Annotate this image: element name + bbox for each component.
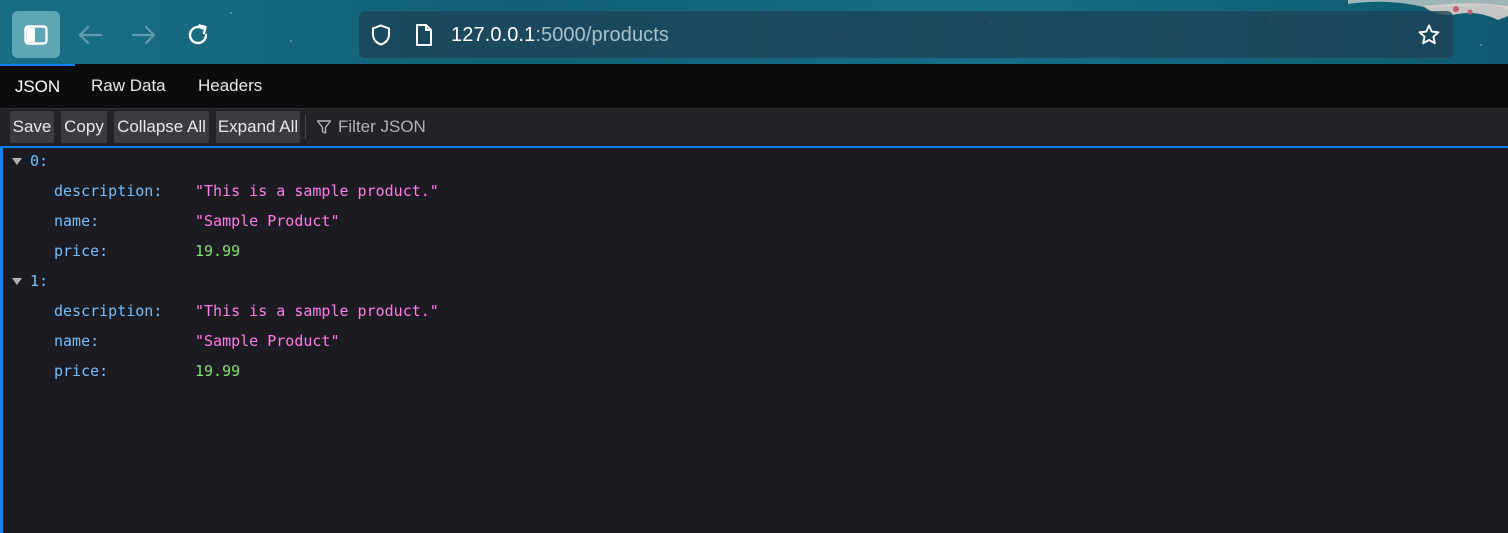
sidebar-toggle-button[interactable] [12,11,60,58]
star-icon[interactable] [1417,23,1441,47]
tab-headers[interactable]: Headers [198,64,262,108]
json-key: description: [54,302,163,320]
arrow-left-icon [78,25,103,45]
json-value: 19.99 [195,242,241,260]
back-button[interactable] [66,11,114,59]
tab-raw-data[interactable]: Raw Data [91,64,166,108]
filter-placeholder: Filter JSON [338,117,426,136]
reload-button[interactable] [174,11,222,59]
forward-button[interactable] [120,11,168,59]
json-key: description: [54,182,163,200]
theme-speck [290,40,292,42]
viewer-tabs: JSON Raw Data Headers [0,64,1508,109]
collapse-all-button[interactable]: Collapse All [114,111,209,143]
filter-icon [316,120,332,134]
sidebar-icon [24,24,48,45]
shield-icon[interactable] [369,23,393,47]
arrow-right-icon [131,25,156,45]
json-value: "Sample Product" [195,332,340,350]
json-tree: 0: description: "This is a sample produc… [0,146,1508,533]
toolbar-divider [305,115,306,139]
theme-speck [1480,44,1482,46]
json-index[interactable]: 0: [30,150,48,172]
json-key: name: [54,212,100,230]
json-key: price: [54,242,109,260]
json-value: "Sample Product" [195,212,340,230]
json-value: 19.99 [195,362,241,380]
expand-toggle-icon[interactable] [12,278,22,285]
json-key: price: [54,362,109,380]
json-key: name: [54,332,100,350]
url-text[interactable]: 127.0.0.1:5000/products [451,23,669,47]
filter-json-input[interactable]: Filter JSON [316,111,426,143]
url-host: 127.0.0.1 [451,24,536,46]
expand-toggle-icon[interactable] [12,158,22,165]
theme-speck [230,12,232,14]
expand-all-button[interactable]: Expand All [216,111,300,143]
copy-button[interactable]: Copy [61,111,107,143]
json-value: "This is a sample product." [195,182,439,200]
address-bar[interactable]: 127.0.0.1:5000/products [359,11,1453,58]
page-icon[interactable] [412,23,436,47]
save-button[interactable]: Save [10,111,54,143]
reload-icon [188,24,208,45]
tab-json[interactable]: JSON [0,64,75,108]
url-path: :5000/products [535,24,670,46]
json-value: "This is a sample product." [195,302,439,320]
browser-toolbar: 127.0.0.1:5000/products [0,0,1508,64]
json-index[interactable]: 1: [30,270,48,292]
json-toolbar: Save Copy Collapse All Expand All Filter… [0,109,1508,146]
